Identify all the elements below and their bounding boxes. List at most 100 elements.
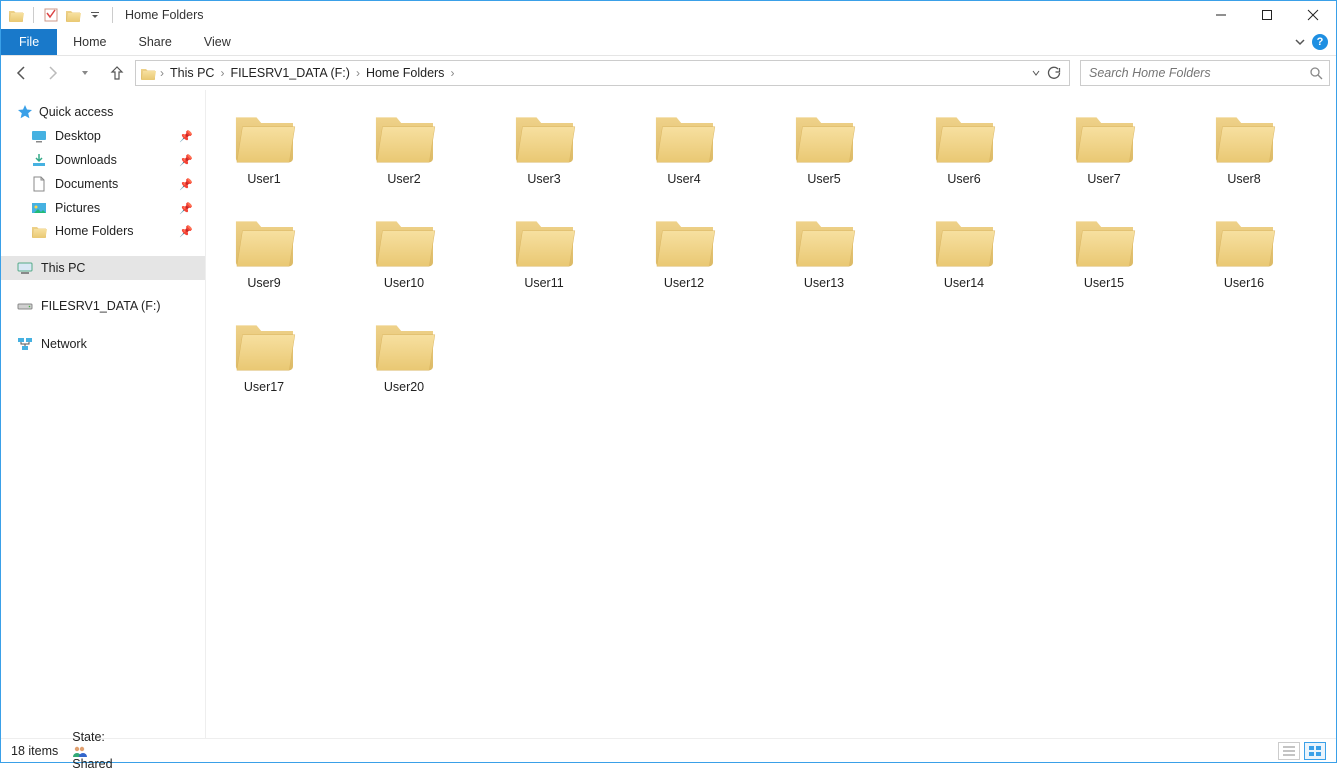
folder-item[interactable]: User9 [218, 212, 310, 290]
folder-icon [508, 108, 580, 166]
tab-view[interactable]: View [188, 29, 247, 55]
breadcrumb-current[interactable]: Home Folders [364, 61, 447, 85]
folder-item[interactable]: User13 [778, 212, 870, 290]
back-button[interactable] [7, 60, 35, 86]
folder-item[interactable]: User5 [778, 108, 870, 186]
content-pane[interactable]: User1 User2 User3 User4 User5 User6 User7 User8… [206, 90, 1336, 738]
ribbon-tabs: File Home Share View ? [1, 29, 1336, 56]
folder-item[interactable]: User12 [638, 212, 730, 290]
search-icon[interactable] [1309, 66, 1323, 80]
forward-button[interactable] [39, 60, 67, 86]
breadcrumb-label: This PC [170, 66, 214, 80]
folder-icon [1208, 212, 1280, 270]
tab-file[interactable]: File [1, 29, 57, 55]
sidebar-item-documents[interactable]: Documents 📌 [1, 172, 205, 196]
ribbon-expand-chevron-icon[interactable] [1294, 36, 1306, 48]
folder-item[interactable]: User6 [918, 108, 1010, 186]
qat-new-folder-icon[interactable] [64, 6, 82, 24]
maximize-button[interactable] [1244, 1, 1290, 29]
sidebar-item-downloads[interactable]: Downloads 📌 [1, 148, 205, 172]
folder-label: User3 [527, 172, 560, 186]
sidebar-item-this-pc[interactable]: This PC [1, 256, 205, 280]
chevron-right-icon[interactable]: › [218, 66, 226, 80]
folder-item[interactable]: User16 [1198, 212, 1290, 290]
desktop-icon [31, 128, 47, 144]
chevron-right-icon[interactable]: › [354, 66, 362, 80]
separator [33, 7, 34, 23]
search-input[interactable] [1087, 65, 1303, 81]
title-bar: Home Folders [1, 1, 1336, 29]
qat-customize-dropdown[interactable] [86, 6, 104, 24]
folder-item[interactable]: User1 [218, 108, 310, 186]
folder-label: User8 [1227, 172, 1260, 186]
pictures-icon [31, 200, 47, 216]
folder-item[interactable]: User15 [1058, 212, 1150, 290]
folder-grid: User1 User2 User3 User4 User5 User6 User7 User8… [218, 108, 1324, 394]
chevron-right-icon[interactable]: › [448, 66, 456, 80]
search-box[interactable] [1080, 60, 1330, 86]
folder-label: User1 [247, 172, 280, 186]
folder-label: User10 [384, 276, 424, 290]
sidebar-item-network[interactable]: Network [1, 332, 205, 356]
breadcrumb-this-pc[interactable]: This PC [168, 61, 216, 85]
folder-item[interactable]: User20 [358, 316, 450, 394]
recent-locations-dropdown[interactable] [71, 60, 99, 86]
sidebar-item-drive[interactable]: FILESRV1_DATA (F:) [1, 294, 205, 318]
sidebar-label: Quick access [39, 105, 113, 119]
sidebar-item-home-folders[interactable]: Home Folders 📌 [1, 220, 205, 242]
view-large-icons-button[interactable] [1304, 742, 1326, 760]
folder-item[interactable]: User14 [918, 212, 1010, 290]
sidebar-item-label: FILESRV1_DATA (F:) [41, 299, 160, 313]
folder-icon [1068, 212, 1140, 270]
sidebar-item-pictures[interactable]: Pictures 📌 [1, 196, 205, 220]
qat-properties-icon[interactable] [42, 6, 60, 24]
folder-item[interactable]: User17 [218, 316, 310, 394]
folder-item[interactable]: User10 [358, 212, 450, 290]
tab-home[interactable]: Home [57, 29, 122, 55]
up-button[interactable] [103, 60, 131, 86]
folder-label: User20 [384, 380, 424, 394]
tab-share[interactable]: Share [123, 29, 188, 55]
view-details-button[interactable] [1278, 742, 1300, 760]
pin-icon: 📌 [179, 154, 193, 167]
folder-item[interactable]: User3 [498, 108, 590, 186]
status-item-count: 18 items [11, 744, 58, 758]
pin-icon: 📌 [179, 178, 193, 191]
close-button[interactable] [1290, 1, 1336, 29]
folder-label: User9 [247, 276, 280, 290]
folder-label: User13 [804, 276, 844, 290]
folder-label: User15 [1084, 276, 1124, 290]
folder-icon [31, 224, 47, 238]
folder-item[interactable]: User7 [1058, 108, 1150, 186]
breadcrumb-drive[interactable]: FILESRV1_DATA (F:) [228, 61, 351, 85]
folder-item[interactable]: User11 [498, 212, 590, 290]
folder-item[interactable]: User4 [638, 108, 730, 186]
sidebar-item-label: Pictures [55, 201, 100, 215]
sidebar-item-label: This PC [41, 261, 85, 275]
folder-item[interactable]: User8 [1198, 108, 1290, 186]
folder-icon [928, 108, 1000, 166]
folder-item[interactable]: User2 [358, 108, 450, 186]
address-folder-icon [140, 66, 156, 80]
separator [112, 7, 113, 23]
sidebar-quick-access[interactable]: Quick access [1, 100, 205, 124]
folder-icon [1068, 108, 1140, 166]
refresh-icon[interactable] [1047, 66, 1061, 80]
window-title: Home Folders [117, 8, 204, 22]
chevron-right-icon[interactable]: › [158, 66, 166, 80]
address-bar[interactable]: › This PC › FILESRV1_DATA (F:) › Home Fo… [135, 60, 1070, 86]
folder-label: User17 [244, 380, 284, 394]
folder-label: User7 [1087, 172, 1120, 186]
folder-icon [228, 108, 300, 166]
folder-label: User5 [807, 172, 840, 186]
sidebar-item-label: Desktop [55, 129, 101, 143]
minimize-button[interactable] [1198, 1, 1244, 29]
sidebar-item-label: Downloads [55, 153, 117, 167]
network-icon [17, 336, 33, 352]
sidebar-item-desktop[interactable]: Desktop 📌 [1, 124, 205, 148]
folder-icon [648, 212, 720, 270]
address-dropdown-icon[interactable] [1031, 68, 1041, 78]
folder-icon [228, 212, 300, 270]
pin-icon: 📌 [179, 130, 193, 143]
help-icon[interactable]: ? [1312, 34, 1328, 50]
